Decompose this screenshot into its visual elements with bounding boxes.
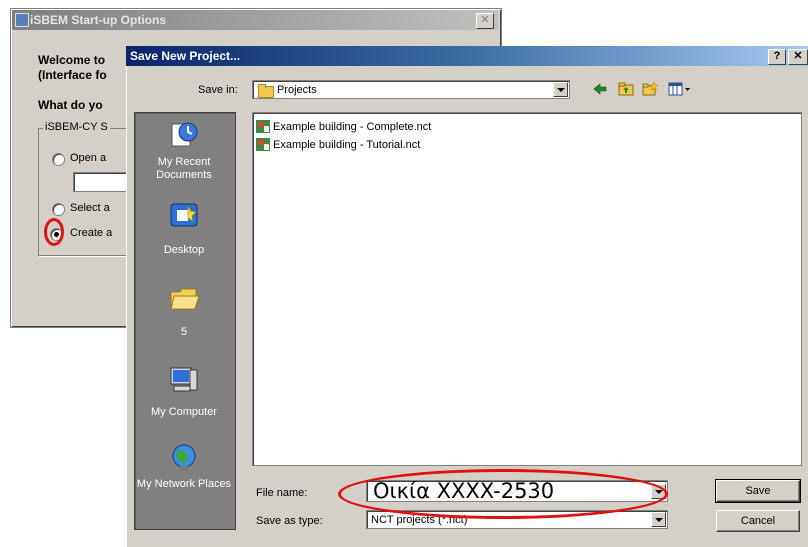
desktop-icon [170,203,198,227]
place-my-recent-documents[interactable]: My Recent Documents [134,118,234,198]
views-menu-button[interactable] [668,81,692,97]
place-desktop[interactable]: Desktop [134,200,234,262]
place-label: My Computer [150,406,218,418]
new-folder-icon [642,81,659,96]
up-folder-button[interactable] [618,81,634,97]
file-name: Example building - Tutorial.nct [273,139,421,151]
close-icon: ✕ [793,50,803,62]
close-icon: ✕ [480,14,490,26]
place-label: My Network Places [136,478,232,490]
place-label: 5 [180,326,188,338]
save-button[interactable]: Save [715,479,801,503]
file-list[interactable] [252,112,802,466]
question-text: What do yo [38,98,103,112]
save-as-type-label: Save as type: [256,515,323,527]
radio-create-label: Create a [70,227,113,239]
computer-icon [170,367,198,392]
help-icon: ? [773,50,781,62]
folder-icon [170,288,200,310]
cancel-button[interactable]: Cancel [716,510,800,532]
save-in-label: Save in: [198,84,238,96]
radio-select-project[interactable] [52,203,65,216]
dialog-close-button[interactable]: ✕ [788,49,808,65]
file-name: Example building - Complete.nct [273,121,432,133]
back-arrow-icon [593,83,607,95]
startup-close-button[interactable]: ✕ [476,13,494,29]
radio-select-label: Select a [70,202,110,214]
highlight-circle-radio [44,218,64,246]
nct-file-icon [256,120,270,133]
place-folder-5[interactable]: 5 [134,282,234,342]
chevron-down-icon[interactable] [651,512,666,527]
isbem-app-icon [15,13,29,27]
up-folder-icon [618,82,634,96]
views-menu-icon [668,82,690,96]
startup-options-title: iSBEM Start-up Options [30,13,166,27]
place-my-computer[interactable]: My Computer [134,364,234,426]
network-places-icon [172,444,196,471]
radio-open-label: Open a [70,152,107,164]
highlight-circle-filename [338,469,668,519]
help-button[interactable]: ? [768,49,786,65]
recent-documents-icon [171,122,198,147]
new-folder-button[interactable] [642,81,659,97]
place-label: Desktop [163,244,205,256]
welcome-line-1: Welcome to [38,53,106,67]
save-in-dropdown[interactable]: Projects [252,80,570,99]
options-group-label: iSBEM-CY S [43,121,110,133]
chevron-down-icon[interactable] [553,82,568,97]
dialog-title: Save New Project... [130,49,241,63]
place-label: My Recent Documents [156,156,212,181]
save-in-value: Projects [277,84,317,96]
nct-file-icon [256,138,270,151]
place-my-network-places[interactable]: My Network Places [134,442,234,518]
file-name-label: File name: [256,487,308,499]
back-button[interactable] [592,81,608,97]
radio-open-project[interactable] [52,153,65,166]
folder-icon [258,84,274,98]
welcome-line-2: (Interface fo [38,68,107,82]
